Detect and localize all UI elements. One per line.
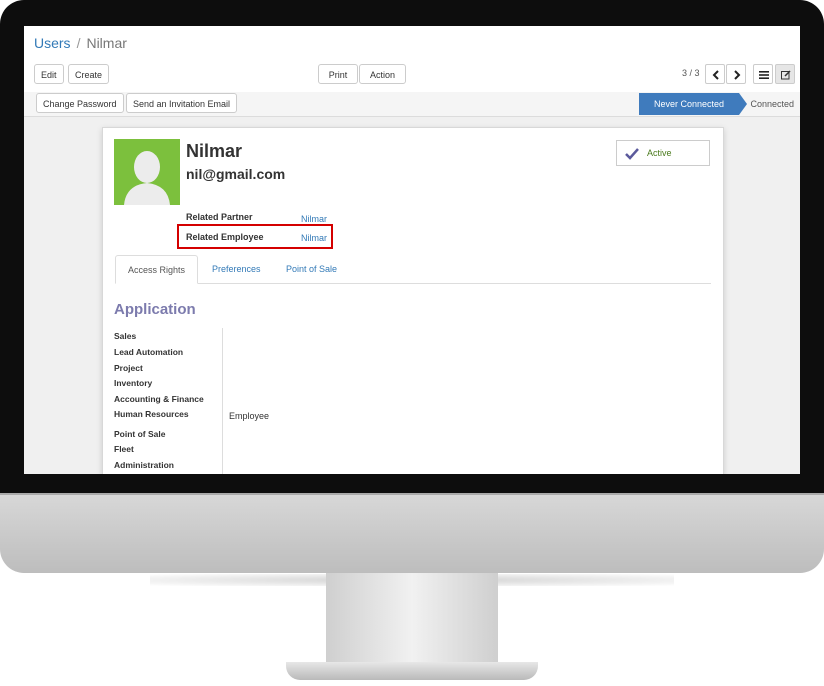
- list-view-button[interactable]: [753, 64, 773, 84]
- check-icon: [625, 148, 639, 160]
- monitor-chin: [0, 493, 824, 573]
- section-divider: [222, 328, 223, 474]
- create-button[interactable]: Create: [68, 64, 110, 84]
- breadcrumb-current: Nilmar: [86, 35, 127, 51]
- tab-access-rights[interactable]: Access Rights: [115, 255, 198, 284]
- list-view-icon: [759, 71, 769, 79]
- highlight-box: [177, 224, 333, 249]
- edit-button[interactable]: Edit: [34, 64, 64, 84]
- human-resources-value[interactable]: Employee: [229, 411, 269, 421]
- monitor-stand-neck: [326, 573, 498, 665]
- print-label: Print: [328, 70, 348, 80]
- form-view-icon: [781, 70, 791, 80]
- chevron-right-icon: [734, 70, 741, 80]
- monitor-stand-foot: [286, 662, 538, 680]
- chevron-left-icon: [712, 70, 719, 80]
- breadcrumb-users-link[interactable]: Users: [34, 35, 71, 51]
- user-name[interactable]: Nilmar: [186, 141, 242, 162]
- related-partner-label: Related Partner: [186, 212, 253, 222]
- app-item-point-of-sale: Point of Sale: [114, 429, 166, 439]
- related-partner-link[interactable]: Nilmar: [301, 214, 327, 224]
- action-dropdown[interactable]: Action: [359, 64, 406, 98]
- app-item-fleet: Fleet: [114, 444, 134, 454]
- user-email[interactable]: nil@gmail.com: [186, 166, 285, 182]
- action-label: Action: [369, 70, 395, 80]
- active-label: Active: [647, 148, 672, 158]
- tab-preferences[interactable]: Preferences: [212, 264, 261, 274]
- stage-never-connected[interactable]: Never Connected: [639, 93, 739, 115]
- tabs-underline: [115, 283, 711, 284]
- app-item-human-resources: Human Resources: [114, 409, 189, 419]
- screen: Users / Nilmar Edit Create Print Action 3 …: [24, 26, 800, 474]
- app-item-sales: Sales: [114, 331, 137, 341]
- active-toggle-button[interactable]: Active: [616, 140, 710, 166]
- change-password-button[interactable]: Change Password: [36, 93, 124, 113]
- app-item-project: Project: [114, 363, 143, 373]
- tab-point-of-sale[interactable]: Point of Sale: [286, 264, 337, 274]
- breadcrumb: Users / Nilmar: [34, 35, 127, 51]
- app-item-lead-automation: Lead Automation: [114, 347, 184, 357]
- stage-connected[interactable]: Connected: [746, 93, 794, 115]
- pager-previous-button[interactable]: [705, 64, 725, 84]
- print-dropdown[interactable]: Print: [318, 64, 358, 98]
- control-panel: Users / Nilmar Edit Create Print Action 3 …: [24, 26, 800, 98]
- pager-value: 3 / 3: [682, 68, 700, 78]
- user-avatar-icon: [124, 151, 170, 205]
- app-item-inventory: Inventory: [114, 378, 153, 388]
- pager-next-button[interactable]: [726, 64, 746, 84]
- form-view-button[interactable]: [775, 64, 795, 84]
- monitor-chin-edge: [0, 493, 824, 495]
- app-item-accounting-finance: Accounting & Finance: [114, 394, 204, 404]
- app-item-administration: Administration: [114, 460, 174, 470]
- user-avatar[interactable]: [114, 139, 180, 205]
- send-invitation-button[interactable]: Send an Invitation Email: [126, 93, 238, 113]
- breadcrumb-separator: /: [76, 35, 81, 51]
- application-title: Application: [114, 301, 196, 318]
